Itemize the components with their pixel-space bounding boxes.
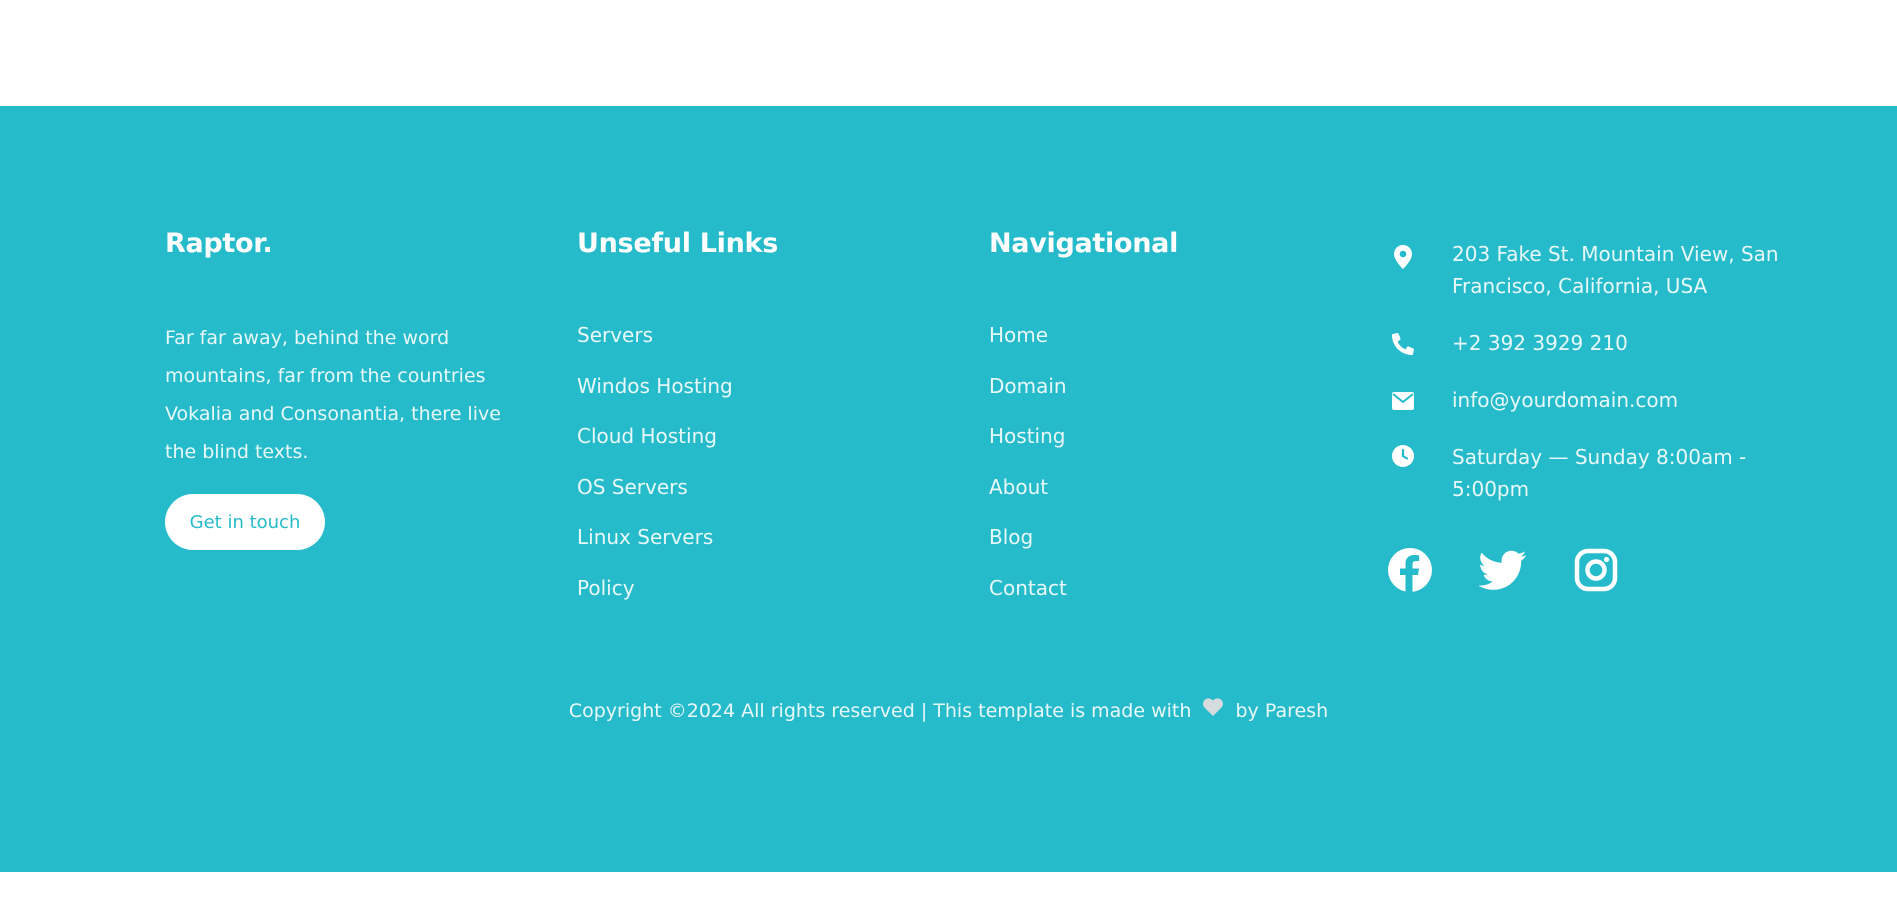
map-pin-icon	[1388, 242, 1418, 272]
phone-icon	[1388, 329, 1418, 359]
contact-phone[interactable]: +2 392 3929 210	[1452, 327, 1782, 359]
get-in-touch-button[interactable]: Get in touch	[165, 494, 325, 550]
list-item: OS Servers	[577, 462, 733, 513]
useful-links-heading: Unseful Links	[577, 228, 778, 259]
navigational-list: Home Domain Hosting About Blog Contact	[989, 310, 1067, 614]
bottom-spacer	[0, 872, 1897, 903]
contact-address: 203 Fake St. Mountain View, San Francisc…	[1452, 242, 1779, 298]
list-item: Cloud Hosting	[577, 411, 733, 462]
nav-home[interactable]: Home	[989, 323, 1048, 347]
site-footer: Raptor. Far far away, behind the word mo…	[0, 106, 1897, 872]
nav-hosting[interactable]: Hosting	[989, 424, 1065, 448]
list-item: Blog	[989, 512, 1067, 563]
brand-title: Raptor.	[165, 228, 273, 259]
link-windos-hosting[interactable]: Windos Hosting	[577, 374, 733, 398]
top-spacer	[0, 0, 1897, 106]
list-item: Servers	[577, 310, 733, 361]
clock-icon	[1388, 441, 1418, 471]
nav-blog[interactable]: Blog	[989, 525, 1033, 549]
list-item: Policy	[577, 563, 733, 614]
link-servers[interactable]: Servers	[577, 323, 653, 347]
copyright-author[interactable]: by Paresh	[1236, 700, 1329, 722]
link-linux-servers[interactable]: Linux Servers	[577, 525, 713, 549]
copyright-text: Copyright ©2024 All rights reserved | Th…	[0, 698, 1897, 723]
brand-description: Far far away, behind the word mountains,…	[165, 327, 501, 463]
contact-email[interactable]: info@yourdomain.com	[1452, 384, 1782, 416]
useful-links-list: Servers Windos Hosting Cloud Hosting OS …	[577, 310, 733, 614]
heart-icon	[1203, 698, 1224, 721]
navigational-heading: Navigational	[989, 228, 1179, 259]
contact-hours: Saturday — Sunday 8:00am - 5:00pm	[1452, 445, 1747, 501]
list-item: About	[989, 462, 1067, 513]
list-item: Linux Servers	[577, 512, 733, 563]
twitter-icon[interactable]	[1478, 546, 1527, 594]
list-item: Home	[989, 310, 1067, 361]
list-item: Domain	[989, 361, 1067, 412]
envelope-icon	[1388, 386, 1418, 416]
nav-domain[interactable]: Domain	[989, 374, 1067, 398]
instagram-icon[interactable]	[1572, 546, 1620, 594]
facebook-icon[interactable]	[1386, 546, 1434, 594]
nav-contact[interactable]: Contact	[989, 576, 1067, 600]
copyright-prefix: Copyright ©2024 All rights reserved | Th…	[568, 700, 1192, 722]
link-cloud-hosting[interactable]: Cloud Hosting	[577, 424, 717, 448]
list-item: Windos Hosting	[577, 361, 733, 412]
list-item: Hosting	[989, 411, 1067, 462]
list-item: Contact	[989, 563, 1067, 614]
link-policy[interactable]: Policy	[577, 576, 635, 600]
nav-about[interactable]: About	[989, 475, 1048, 499]
link-os-servers[interactable]: OS Servers	[577, 475, 688, 499]
